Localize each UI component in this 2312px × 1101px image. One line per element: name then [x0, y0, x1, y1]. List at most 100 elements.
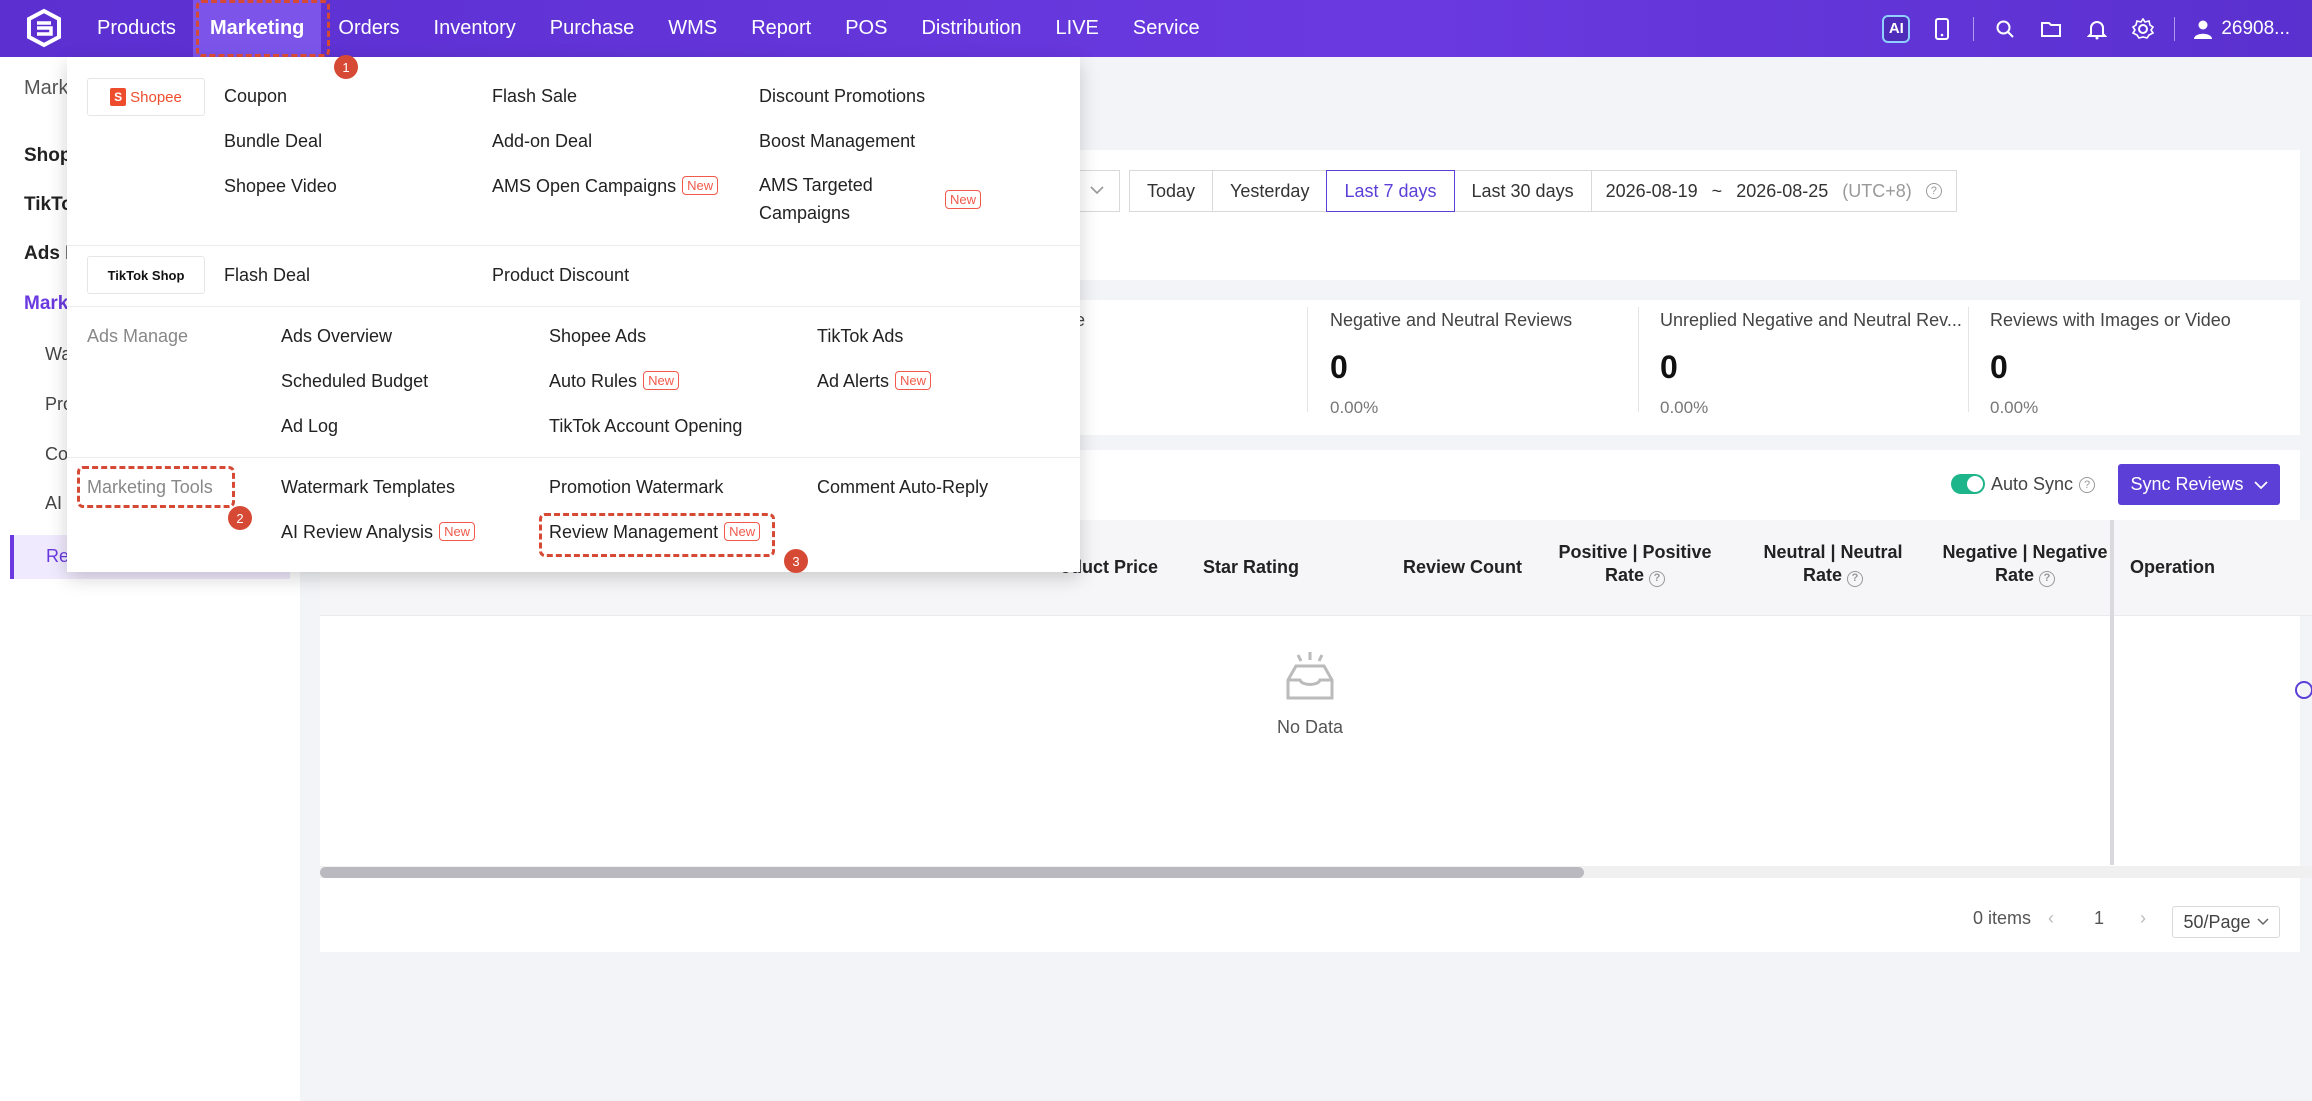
nav-wms[interactable]: WMS	[651, 0, 734, 57]
search-icon[interactable]	[1982, 0, 2028, 57]
user-icon	[2194, 20, 2213, 39]
pagination-total: 0 items	[1973, 908, 2032, 928]
divider	[67, 306, 1080, 307]
annotation-step-3: 3	[784, 549, 808, 573]
menu-product-discount[interactable]: Product Discount	[492, 265, 629, 286]
user-menu[interactable]: 26908...	[2183, 18, 2312, 40]
date-range-picker[interactable]: 2026-08-19 ~ 2026-08-25 (UTC+8) ?	[1590, 170, 1957, 212]
menu-label: AMS Targeted Campaigns	[759, 175, 873, 223]
chevron-down-icon	[2257, 918, 2269, 926]
stat-percent: 0.00%	[1330, 398, 1379, 417]
no-data-text: No Data	[1276, 717, 1344, 737]
tiktok-shop-logo: TikTok Shop	[87, 256, 205, 294]
menu-boost-management[interactable]: Boost Management	[759, 131, 915, 152]
menu-ams-open-campaigns[interactable]: AMS Open Campaigns New	[492, 176, 719, 197]
top-navigation-bar: Products Marketing Orders Inventory Purc…	[0, 0, 2312, 57]
horizontal-scrollbar[interactable]	[320, 867, 1584, 878]
bell-icon[interactable]	[2074, 0, 2120, 57]
date-yesterday-button[interactable]: Yesterday	[1212, 170, 1328, 212]
date-separator: ~	[1711, 180, 1723, 201]
chevron-down-icon	[1090, 186, 1104, 195]
date-end: 2026-08-25	[1736, 180, 1829, 201]
page-number[interactable]: 1	[2094, 908, 2104, 929]
date-last7-button[interactable]: Last 7 days	[1326, 170, 1455, 212]
stat-unreplied: Unreplied Negative and Neutral Rev... 0 …	[1660, 310, 1962, 418]
sync-reviews-button[interactable]: Sync Reviews	[2118, 464, 2280, 505]
prev-page-icon[interactable]: ‹	[2048, 908, 2054, 929]
menu-discount-promotions[interactable]: Discount Promotions	[759, 86, 925, 107]
nav-orders[interactable]: Orders	[321, 0, 416, 57]
menu-shopee-ads[interactable]: Shopee Ads	[549, 326, 646, 347]
next-page-icon[interactable]: ›	[2140, 908, 2146, 929]
ai-assistant-button[interactable]: AI	[1873, 0, 1919, 57]
sidebar-section-shopee[interactable]: Shop	[24, 145, 72, 167]
sidebar-item-ai[interactable]: AI	[45, 493, 62, 514]
help-icon[interactable]: ?	[1847, 570, 1864, 587]
nav-inventory[interactable]: Inventory	[417, 0, 533, 57]
menu-tiktok-account-opening[interactable]: TikTok Account Opening	[549, 416, 742, 437]
menu-add-on-deal[interactable]: Add-on Deal	[492, 131, 592, 152]
app-logo-icon[interactable]	[24, 8, 64, 48]
stat-title: Reviews with Images or Video	[1990, 310, 2231, 330]
menu-ai-review-analysis[interactable]: AI Review Analysis New	[281, 522, 476, 543]
tiktok-logo-text: TikTok Shop	[107, 267, 185, 283]
menu-comment-auto-reply[interactable]: Comment Auto-Reply	[817, 477, 988, 498]
sidebar-section-marketing[interactable]: Mark	[24, 293, 68, 315]
stat-with-media: Reviews with Images or Video 0 0.00%	[1990, 310, 2231, 418]
menu-bundle-deal[interactable]: Bundle Deal	[224, 131, 322, 152]
sidebar-section-tiktok[interactable]: TikTo	[24, 194, 73, 216]
page-size-select[interactable]: 50/Page	[2172, 906, 2280, 938]
divider	[1307, 307, 1308, 412]
folder-icon[interactable]	[2028, 0, 2074, 57]
help-icon[interactable]: ?	[2039, 570, 2056, 587]
col-negative-rate: Negative | Negative Rate ?	[1940, 541, 2110, 587]
nav-distribution[interactable]: Distribution	[904, 0, 1038, 57]
menu-promotion-watermark[interactable]: Promotion Watermark	[549, 477, 723, 498]
menu-auto-rules[interactable]: Auto Rules New	[549, 371, 680, 392]
menu-flash-deal[interactable]: Flash Deal	[224, 265, 310, 286]
menu-scheduled-budget[interactable]: Scheduled Budget	[281, 371, 428, 392]
divider	[2174, 16, 2176, 41]
col-star-rating: Star Rating	[1203, 557, 1300, 577]
nav-report[interactable]: Report	[734, 0, 828, 57]
nav-purchase[interactable]: Purchase	[533, 0, 652, 57]
nav-products[interactable]: Products	[80, 0, 193, 57]
nav-service[interactable]: Service	[1116, 0, 1217, 57]
sync-reviews-label: Sync Reviews	[2130, 474, 2244, 494]
menu-shopee-video[interactable]: Shopee Video	[224, 176, 337, 197]
chevron-down-icon	[2253, 480, 2268, 489]
date-last30-button[interactable]: Last 30 days	[1453, 170, 1592, 212]
stat-value: 0	[1990, 349, 2008, 385]
auto-sync-toggle[interactable]	[1951, 474, 1985, 494]
menu-coupon[interactable]: Coupon	[224, 86, 287, 107]
divider	[1638, 307, 1639, 412]
stat-percent: 0.00%	[1990, 398, 2039, 417]
help-icon[interactable]: ?	[2079, 476, 2096, 493]
search-icon[interactable]	[2292, 680, 2312, 702]
nav-pos[interactable]: POS	[828, 0, 904, 57]
menu-label: Auto Rules	[549, 371, 638, 391]
topbar-actions: AI 26908...	[1873, 0, 2312, 57]
annotation-highlight-review-management	[539, 513, 775, 557]
menu-ads-overview[interactable]: Ads Overview	[281, 326, 392, 347]
mobile-icon[interactable]	[1919, 0, 1965, 57]
nav-live[interactable]: LIVE	[1039, 0, 1116, 57]
sidebar-item-comment[interactable]: Co	[45, 444, 68, 465]
help-icon[interactable]: ?	[1649, 570, 1666, 587]
date-filter: Today Yesterday Last 7 days Last 30 days…	[1129, 170, 1957, 212]
menu-flash-sale[interactable]: Flash Sale	[492, 86, 577, 107]
shopee-logo: S Shopee	[87, 78, 205, 116]
gear-icon[interactable]	[2120, 0, 2166, 57]
date-today-button[interactable]: Today	[1129, 170, 1214, 212]
col-review-count: Review Count	[1403, 557, 1523, 577]
menu-ad-alerts[interactable]: Ad Alerts New	[817, 371, 932, 392]
menu-ad-log[interactable]: Ad Log	[281, 416, 338, 437]
col-operation: Operation	[2130, 557, 2216, 577]
menu-watermark-templates[interactable]: Watermark Templates	[281, 477, 455, 498]
annotation-step-2: 2	[228, 506, 252, 530]
menu-tiktok-ads[interactable]: TikTok Ads	[817, 326, 903, 347]
menu-label: AI Review Analysis	[281, 522, 434, 542]
help-icon[interactable]: ?	[1925, 183, 1942, 199]
store-select[interactable]	[1080, 170, 1120, 212]
annotation-highlight-marketing	[196, 0, 330, 57]
